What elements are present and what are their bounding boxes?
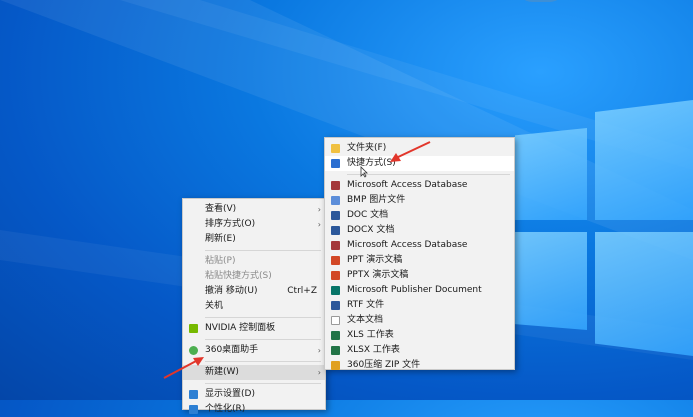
submenu-item-bmp-label: BMP 图片文件 <box>347 195 406 205</box>
menu-item-view[interactable]: 查看(V) › <box>183 202 325 217</box>
submenu-item-access-database-2[interactable]: Microsoft Access Database <box>325 238 514 253</box>
chevron-right-icon: › <box>317 346 321 355</box>
menu-item-nvidia-control-panel[interactable]: NVIDIA 控制面板 <box>183 321 325 336</box>
submenu-item-xlsx[interactable]: XLSX 工作表 <box>325 343 514 358</box>
menu-item-paste-shortcut: 粘贴快捷方式(S) <box>183 269 325 284</box>
docx-icon <box>331 226 340 235</box>
zip-icon <box>331 361 340 370</box>
menu-item-refresh-label: 刷新(E) <box>205 234 236 244</box>
personalize-icon <box>189 405 198 414</box>
menu-item-undo-shortcut: Ctrl+Z <box>287 286 317 296</box>
menu-item-undo-move-label: 撤消 移动(U) <box>205 286 258 296</box>
submenu-item-text-document-label: 文本文档 <box>347 315 384 325</box>
new-submenu: 文件夹(F) 快捷方式(S) Microsoft Access Database… <box>324 137 515 370</box>
menu-item-paste: 粘贴(P) <box>183 254 325 269</box>
annotation-arrow-shortcut <box>390 141 431 162</box>
submenu-item-text-document[interactable]: 文本文档 <box>325 313 514 328</box>
mouse-cursor-icon <box>360 166 368 178</box>
windows-logo-pane-right-bottom <box>595 232 693 356</box>
submenu-item-ppt[interactable]: PPT 演示文稿 <box>325 253 514 268</box>
bmp-icon <box>331 196 340 205</box>
windows-logo-pane-bottom <box>515 232 587 330</box>
menu-item-paste-label: 粘贴(P) <box>205 256 236 266</box>
submenu-item-docx[interactable]: DOCX 文档 <box>325 223 514 238</box>
wallpaper-orb <box>518 0 564 2</box>
menu-separator <box>205 339 321 340</box>
submenu-item-xls-label: XLS 工作表 <box>347 330 394 340</box>
windows-logo-pane-right-top <box>595 100 693 220</box>
submenu-item-rtf[interactable]: RTF 文件 <box>325 298 514 313</box>
menu-item-shutdown-label: 关机 <box>205 301 224 311</box>
xlsx-icon <box>331 346 340 355</box>
submenu-item-pptx-label: PPTX 演示文稿 <box>347 270 409 280</box>
submenu-item-ppt-label: PPT 演示文稿 <box>347 255 403 265</box>
menu-item-shutdown[interactable]: 关机 <box>183 299 325 314</box>
chevron-right-icon: › <box>317 368 321 377</box>
menu-item-personalize[interactable]: 个性化(R) <box>183 402 325 417</box>
submenu-item-access-2-label: Microsoft Access Database <box>347 240 468 250</box>
menu-separator <box>205 383 321 384</box>
text-document-icon <box>331 316 340 325</box>
submenu-item-xlsx-label: XLSX 工作表 <box>347 345 400 355</box>
ppt-icon <box>331 256 340 265</box>
menu-item-360-assistant-label: 360桌面助手 <box>205 345 259 355</box>
chevron-right-icon: › <box>317 205 321 214</box>
access-icon <box>331 241 340 250</box>
submenu-item-doc-label: DOC 文档 <box>347 210 389 220</box>
menu-separator <box>347 174 510 175</box>
submenu-item-access-database[interactable]: Microsoft Access Database <box>325 178 514 193</box>
submenu-item-rtf-label: RTF 文件 <box>347 300 385 310</box>
menu-item-paste-shortcut-label: 粘贴快捷方式(S) <box>205 271 272 281</box>
menu-separator <box>205 317 321 318</box>
submenu-item-zip[interactable]: 360压缩 ZIP 文件 <box>325 358 514 373</box>
folder-icon <box>331 144 340 153</box>
submenu-item-folder-label: 文件夹(F) <box>347 143 387 153</box>
submenu-item-publisher-label: Microsoft Publisher Document <box>347 285 482 295</box>
display-settings-icon <box>189 390 198 399</box>
submenu-item-xls[interactable]: XLS 工作表 <box>325 328 514 343</box>
menu-item-nvidia-label: NVIDIA 控制面板 <box>205 323 276 333</box>
xls-icon <box>331 331 340 340</box>
access-icon <box>331 181 340 190</box>
rtf-icon <box>331 301 340 310</box>
menu-item-personalize-label: 个性化(R) <box>205 404 246 414</box>
shortcut-icon <box>331 159 340 168</box>
menu-separator <box>205 361 321 362</box>
menu-item-refresh[interactable]: 刷新(E) <box>183 232 325 247</box>
doc-icon <box>331 211 340 220</box>
menu-item-sort-by-label: 排序方式(O) <box>205 219 256 229</box>
submenu-item-pptx[interactable]: PPTX 演示文稿 <box>325 268 514 283</box>
submenu-item-docx-label: DOCX 文档 <box>347 225 395 235</box>
nvidia-icon <box>189 324 198 333</box>
windows-logo-pane-top <box>515 128 587 220</box>
pptx-icon <box>331 271 340 280</box>
menu-item-display-settings-label: 显示设置(D) <box>205 389 255 399</box>
menu-item-view-label: 查看(V) <box>205 204 237 214</box>
annotation-arrow-new <box>163 357 204 379</box>
menu-item-sort-by[interactable]: 排序方式(O) › <box>183 217 325 232</box>
publisher-icon <box>331 286 340 295</box>
submenu-item-publisher[interactable]: Microsoft Publisher Document <box>325 283 514 298</box>
submenu-item-bmp[interactable]: BMP 图片文件 <box>325 193 514 208</box>
chevron-right-icon: › <box>317 220 321 229</box>
menu-item-new-label: 新建(W) <box>205 367 239 377</box>
submenu-item-doc[interactable]: DOC 文档 <box>325 208 514 223</box>
menu-separator <box>205 250 321 251</box>
menu-item-undo-move[interactable]: 撤消 移动(U) Ctrl+Z <box>183 284 325 299</box>
submenu-item-zip-label: 360压缩 ZIP 文件 <box>347 360 421 370</box>
submenu-item-access-label: Microsoft Access Database <box>347 180 468 190</box>
